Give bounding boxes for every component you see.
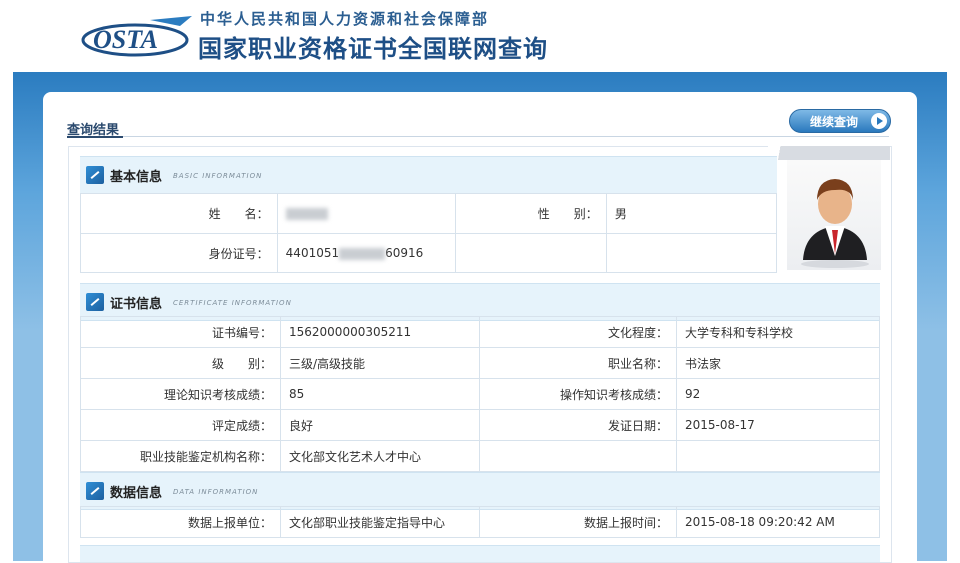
section-subtitle: BASIC INFORMATION: [173, 172, 263, 180]
report-time-value: 2015-08-18 09:20:42 AM: [676, 506, 880, 538]
id-suffix: 60916: [385, 246, 424, 260]
row-value: 2015-08-17: [676, 409, 880, 441]
row-value: 文化部文化艺术人才中心: [280, 440, 480, 472]
redacted-id: [339, 247, 386, 260]
panel-divider: [67, 136, 889, 137]
table-row: 评定成绩： 良好 发证日期： 2015-08-17: [80, 409, 880, 441]
row-label: 文化程度：: [479, 316, 677, 348]
continue-query-label: 继续查询: [810, 115, 859, 129]
row-label: [479, 440, 677, 472]
report-time-label: 数据上报时间：: [479, 506, 677, 538]
table-row: 职业技能鉴定机构名称： 文化部文化艺术人才中心: [80, 440, 880, 472]
name-label: 姓 名：: [80, 193, 278, 234]
avatar-frame: [787, 160, 881, 270]
name-value: [276, 193, 457, 234]
user-avatar-icon: [801, 179, 869, 268]
logo-text: OSTA: [93, 25, 158, 54]
panel-divider-accent: [67, 136, 123, 138]
section-data-info: 数据信息 DATA INFORMATION: [80, 472, 880, 510]
redacted-name: [285, 208, 328, 220]
row-label: 理论知识考核成绩：: [80, 378, 281, 410]
id-prefix: 4401051: [285, 246, 340, 260]
section-basic-info: 基本信息 BASIC INFORMATION: [80, 156, 777, 194]
gender-label: 性 别：: [455, 193, 607, 234]
row-value: [676, 440, 880, 472]
row-value: 三级/高级技能: [280, 347, 480, 379]
section-subtitle: DATA INFORMATION: [173, 488, 259, 496]
play-arrow-icon: [871, 113, 887, 129]
pencil-icon: [86, 482, 104, 500]
table-row: 级 别： 三级/高级技能 职业名称： 书法家: [80, 347, 880, 379]
row-label: 操作知识考核成绩：: [479, 378, 677, 410]
gender-value: 男: [605, 193, 778, 234]
row-label: 级 别：: [80, 347, 281, 379]
pencil-icon: [86, 166, 104, 184]
certificate-info-table: 证书编号： 1562000000305211 文化程度： 大学专科和专科学校 级…: [80, 316, 880, 472]
section-title: 基本信息: [110, 170, 163, 185]
table-row: 理论知识考核成绩： 85 操作知识考核成绩： 92: [80, 378, 880, 410]
table-row: 数据上报单位： 文化部职业技能鉴定指导中心 数据上报时间： 2015-08-18…: [80, 506, 880, 538]
row-label: 评定成绩：: [80, 409, 281, 441]
osta-logo: OSTA: [81, 16, 192, 57]
site-header: OSTA 中华人民共和国人力资源和社会保障部 国家职业资格证书全国联网查询: [0, 0, 960, 72]
row-label: 职业名称：: [479, 347, 677, 379]
section-title: 证书信息: [110, 297, 163, 312]
basic-info-table: 姓 名： 性 别： 男 身份证号： 4401051 60916: [80, 193, 778, 273]
pencil-icon: [86, 293, 104, 311]
section-title: 数据信息: [110, 486, 163, 501]
table-row: 证书编号： 1562000000305211 文化程度： 大学专科和专科学校: [80, 316, 880, 348]
row-label: 职业技能鉴定机构名称：: [80, 440, 281, 472]
id-value: 4401051 60916: [276, 233, 457, 273]
next-section-edge: [80, 545, 880, 562]
row-label: 发证日期：: [479, 409, 677, 441]
report-unit-label: 数据上报单位：: [80, 506, 281, 538]
continue-query-button[interactable]: 继续查询: [789, 109, 891, 133]
row-label: 证书编号：: [80, 316, 281, 348]
row-value: 良好: [280, 409, 480, 441]
section-subtitle: CERTIFICATE INFORMATION: [173, 299, 292, 307]
row-value: 85: [280, 378, 480, 410]
report-unit-value: 文化部职业技能鉴定指导中心: [280, 506, 480, 538]
data-info-table: 数据上报单位： 文化部职业技能鉴定指导中心 数据上报时间： 2015-08-18…: [80, 506, 880, 538]
id-label: 身份证号：: [80, 233, 278, 273]
site-title: 国家职业资格证书全国联网查询: [198, 35, 548, 63]
row-value: 书法家: [676, 347, 880, 379]
org-name: 中华人民共和国人力资源和社会保障部: [200, 10, 490, 28]
decorative-stripe: [768, 146, 890, 160]
row-value: 1562000000305211: [280, 316, 480, 348]
row-value: 大学专科和专科学校: [676, 316, 880, 348]
row-value: 92: [676, 378, 880, 410]
